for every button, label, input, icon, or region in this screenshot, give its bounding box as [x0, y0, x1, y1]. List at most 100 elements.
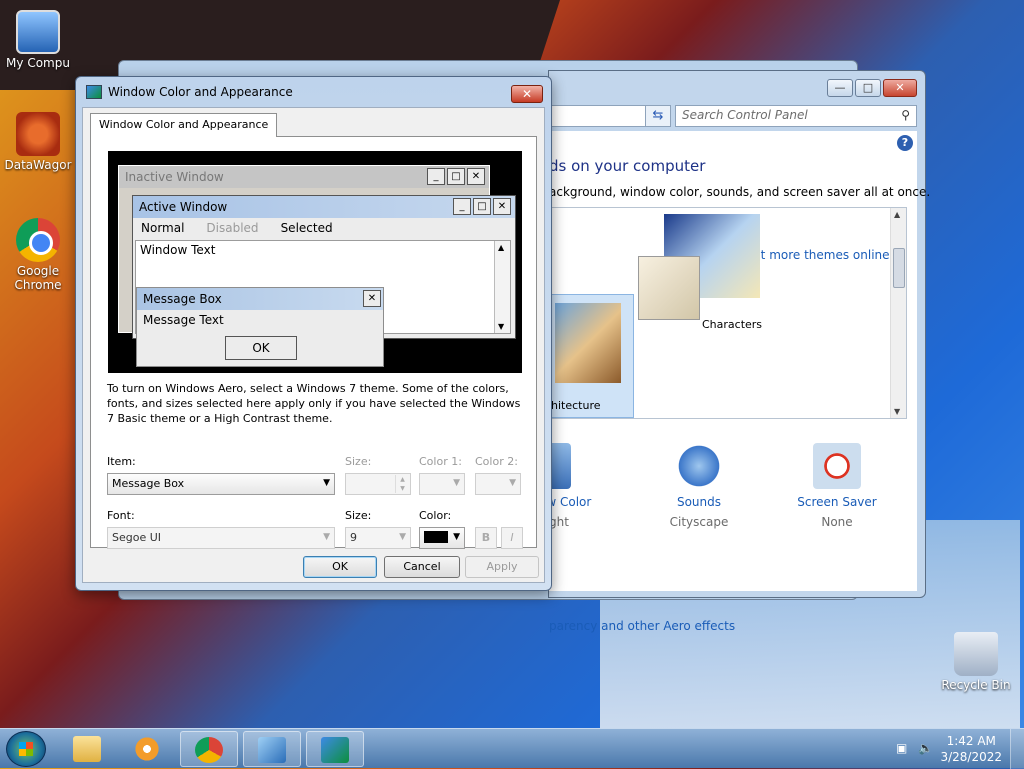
close-icon: ✕: [467, 168, 485, 185]
dialog-close-button[interactable]: ✕: [511, 85, 543, 103]
option-sounds[interactable]: Sounds Cityscape: [649, 443, 749, 529]
folder-icon: [73, 736, 101, 762]
desktop-icon-label: Google Chrome: [14, 264, 62, 292]
desktop-icon-chrome[interactable]: Google Chrome: [0, 218, 76, 292]
clock-date: 3/28/2022: [940, 750, 1002, 764]
tab-panel: Inactive Window _ □ ✕ Active Window _ □: [90, 136, 537, 549]
page-description: ackground, window color, sounds, and scr…: [549, 185, 931, 199]
taskbar-control-panel[interactable]: [243, 731, 301, 767]
chevron-down-icon: ▼: [323, 478, 330, 488]
search-input[interactable]: Search Control Panel ⚲: [675, 105, 917, 127]
option-screen-saver[interactable]: Screen Saver None: [787, 443, 887, 529]
sounds-icon: [675, 443, 723, 489]
scroll-down-icon: ▼: [498, 322, 505, 331]
option-title: Sounds: [676, 495, 722, 509]
maximize-icon: □: [447, 168, 465, 185]
preview-scrollbar[interactable]: ▲ ▼: [494, 241, 510, 333]
theme-label: hitecture: [551, 399, 601, 412]
clock-time: 1:42 AM: [946, 734, 996, 748]
ok-button[interactable]: OK: [303, 556, 377, 578]
italic-button[interactable]: I: [501, 527, 523, 549]
scroll-up-icon: ▲: [498, 243, 505, 252]
window-color-dialog: Window Color and Appearance ✕ Window Col…: [75, 76, 552, 591]
cancel-button[interactable]: Cancel: [384, 556, 460, 578]
chevron-down-icon: ▼: [323, 532, 330, 542]
get-more-themes-link[interactable]: Get more themes online: [744, 248, 890, 262]
font-size-select[interactable]: 9 ▼: [345, 527, 411, 549]
desktop-icon-datawagon[interactable]: DataWagor: [0, 112, 76, 172]
preview-inactive-caption: Inactive Window _ □ ✕: [119, 166, 489, 188]
aero-info-text: To turn on Windows Aero, select a Window…: [107, 382, 521, 425]
show-desktop-button[interactable]: [1010, 729, 1024, 769]
themes-list: Get more themes online hitecture Charact…: [549, 207, 907, 419]
desktop-icon-recycle-bin[interactable]: Recycle Bin: [938, 632, 1014, 692]
option-subtitle: None: [821, 515, 853, 529]
theme-characters[interactable]: Characters: [638, 214, 762, 414]
preview-menu-disabled[interactable]: Disabled: [206, 221, 258, 235]
option-subtitle: Cityscape: [669, 515, 729, 529]
taskbar-display-settings[interactable]: [306, 731, 364, 767]
preview-menu-bar: Normal Disabled Selected: [133, 218, 515, 238]
control-panel-icon: [258, 737, 286, 763]
font-label: Font:: [107, 509, 135, 522]
taskbar-chrome[interactable]: [180, 731, 238, 767]
start-button[interactable]: [6, 731, 46, 767]
appearance-preview[interactable]: Inactive Window _ □ ✕ Active Window _ □: [108, 151, 522, 373]
minimize-icon: _: [453, 198, 471, 215]
maximize-button[interactable]: □: [855, 79, 881, 97]
control-panel-window: — □ ✕ ▼ ⇆ Search Control Panel ⚲ ? ds on…: [539, 70, 930, 633]
search-placeholder: Search Control Panel: [682, 108, 808, 122]
aero-effects-link[interactable]: parency and other Aero effects: [549, 619, 735, 633]
datawagon-icon: [16, 112, 60, 156]
taskbar: ▣ 🔈 1:42 AM 3/28/2022: [0, 728, 1024, 769]
spinner-icon[interactable]: ▲ ▼: [395, 475, 409, 493]
item-label: Item:: [107, 455, 136, 468]
screen-saver-icon: [813, 443, 861, 489]
control-panel-content: ? ds on your computer ackground, window …: [539, 131, 930, 633]
color2-label: Color 2:: [475, 455, 518, 468]
preview-ok-button[interactable]: OK: [225, 336, 297, 360]
scroll-up-icon[interactable]: ▲: [894, 210, 900, 219]
preview-active-caption: Active Window _ □ ✕: [133, 196, 515, 218]
volume-icon[interactable]: 🔈: [918, 741, 934, 757]
option-title: Screen Saver: [797, 495, 877, 509]
apply-button[interactable]: Apply: [465, 556, 539, 578]
bold-button[interactable]: B: [475, 527, 497, 549]
search-icon[interactable]: ⚲: [901, 108, 910, 122]
font-select[interactable]: Segoe UI ▼: [107, 527, 335, 549]
taskbar-explorer[interactable]: [58, 731, 116, 767]
taskbar-media-player[interactable]: [118, 731, 176, 767]
item-select[interactable]: Message Box ▼: [107, 473, 335, 495]
font-size-label: Size:: [345, 509, 372, 522]
preview-message-text: Message Text: [143, 313, 224, 327]
theme-thumbnail: [638, 256, 700, 320]
clock[interactable]: 1:42 AM 3/28/2022: [940, 733, 1002, 765]
color2-picker[interactable]: ▼: [475, 473, 521, 495]
scroll-thumb[interactable]: [893, 248, 905, 288]
preview-message-box[interactable]: Message Box ✕ Message Text OK: [136, 287, 384, 367]
preview-menu-normal[interactable]: Normal: [141, 221, 184, 235]
preview-inactive-title: Inactive Window: [125, 170, 224, 184]
refresh-icon[interactable]: ⇆: [645, 105, 671, 127]
close-button[interactable]: ✕: [883, 79, 917, 97]
theme-architecture[interactable]: hitecture: [550, 294, 634, 418]
network-icon[interactable]: ▣: [896, 741, 912, 757]
close-icon: ✕: [363, 290, 381, 307]
color1-picker[interactable]: ▼: [419, 473, 465, 495]
preview-menu-selected[interactable]: Selected: [281, 221, 333, 235]
item-select-value: Message Box: [112, 477, 185, 490]
tab-window-color[interactable]: Window Color and Appearance: [90, 113, 278, 137]
themes-scrollbar[interactable]: ▲ ▼: [890, 208, 906, 418]
scroll-down-icon[interactable]: ▼: [894, 407, 900, 416]
size-input[interactable]: ▲ ▼: [345, 473, 411, 495]
help-icon[interactable]: ?: [897, 135, 913, 151]
minimize-button[interactable]: —: [827, 79, 853, 97]
chrome-icon: [16, 218, 60, 262]
font-size-value: 9: [350, 531, 357, 544]
window-controls: — □ ✕: [827, 79, 917, 97]
desktop-icon-my-computer[interactable]: My Compu: [0, 10, 76, 70]
desktop-icon-label: Recycle Bin: [941, 678, 1011, 692]
media-player-icon: [133, 736, 161, 762]
desktop-icon-label: My Compu: [6, 56, 70, 70]
font-color-picker[interactable]: ▼: [419, 527, 465, 549]
